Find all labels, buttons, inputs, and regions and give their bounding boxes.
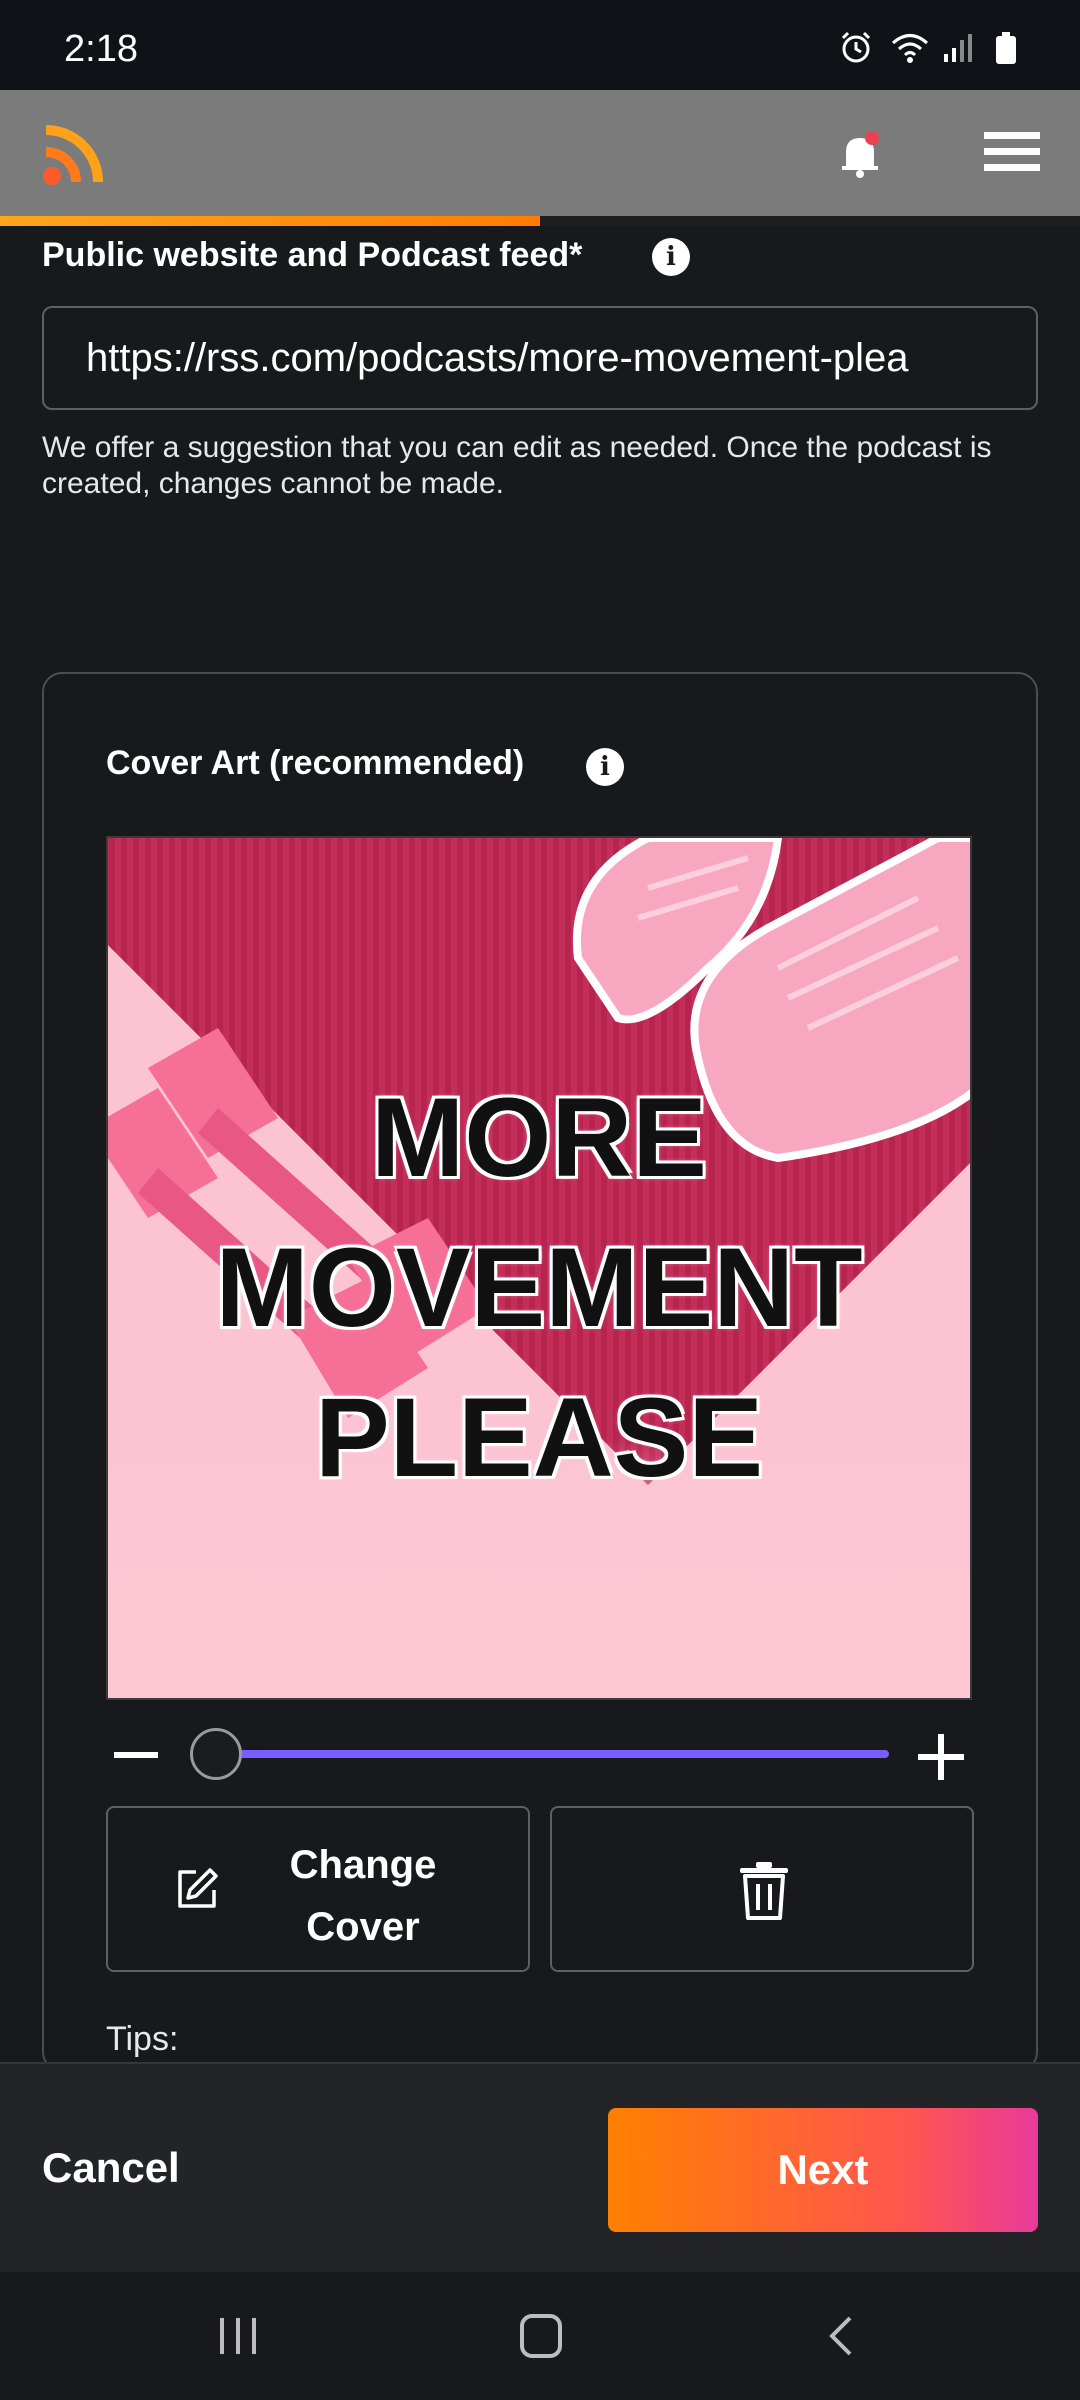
footer-bar: Cancel Next (0, 2062, 1080, 2272)
zoom-in-icon[interactable] (918, 1734, 964, 1780)
change-cover-label-line2: Cover (306, 1905, 420, 1949)
app-header (0, 90, 1080, 216)
cover-title-text: MORE MOVEMENT PLEASE (108, 1063, 970, 1513)
change-cover-label-line1: Change (289, 1843, 437, 1887)
battery-icon (994, 30, 1030, 66)
zoom-slider-track[interactable] (216, 1750, 889, 1758)
change-cover-label: Change Cover (258, 1834, 468, 1958)
cover-line-2: MOVEMENT (215, 1225, 863, 1350)
cover-line-3: PLEASE (314, 1375, 764, 1500)
feed-label: Public website and Podcast feed* (42, 236, 583, 274)
system-nav-bar (0, 2272, 1080, 2400)
recents-icon[interactable] (218, 2314, 260, 2358)
cover-info-icon[interactable]: i (586, 748, 624, 786)
edit-icon (174, 1866, 220, 1912)
zoom-slider-thumb[interactable] (190, 1728, 242, 1780)
cover-image[interactable]: MORE MOVEMENT PLEASE (106, 836, 972, 1700)
progress-fill (0, 216, 540, 226)
change-cover-button[interactable]: Change Cover (106, 1806, 530, 1972)
feed-helper-text: We offer a suggestion that you can edit … (42, 431, 992, 500)
status-icons (838, 30, 1030, 66)
home-icon[interactable] (520, 2314, 562, 2358)
status-bar: 2:18 (0, 0, 1080, 90)
cover-art-title: Cover Art (recommended) (106, 744, 525, 782)
feed-url-input[interactable]: https://rss.com/podcasts/more-movement-p… (42, 306, 1038, 410)
rss-logo[interactable] (40, 118, 110, 188)
bell-icon[interactable] (838, 130, 882, 180)
trash-icon (738, 1860, 790, 1920)
cover-line-1: MORE (371, 1075, 707, 1200)
alarm-icon (838, 30, 874, 66)
delete-cover-button[interactable] (550, 1806, 974, 1972)
wifi-icon (890, 30, 928, 66)
back-icon[interactable] (826, 2314, 856, 2358)
next-button[interactable]: Next (608, 2108, 1038, 2232)
zoom-out-icon[interactable] (114, 1752, 158, 1758)
info-icon[interactable]: i (652, 238, 690, 276)
status-time: 2:18 (64, 28, 138, 70)
signal-icon (942, 30, 978, 66)
tips-label: Tips: (106, 2020, 179, 2058)
cancel-button[interactable]: Cancel (42, 2144, 180, 2192)
hamburger-menu-icon[interactable] (984, 130, 1040, 174)
